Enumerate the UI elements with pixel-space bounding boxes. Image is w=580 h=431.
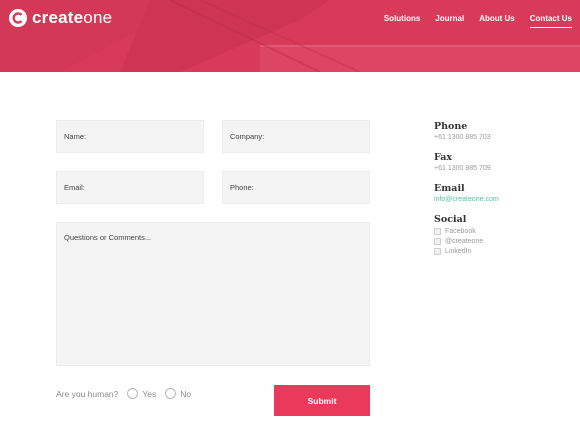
brand-name-thin: one	[83, 8, 113, 27]
twitter-icon	[434, 238, 441, 245]
phone-heading: Phone	[434, 121, 468, 132]
social-block: Social Facebook @createone LinkedIn	[434, 214, 574, 255]
fax-heading: Fax	[434, 152, 453, 163]
fax-number: +61 1300 885 709	[434, 165, 491, 172]
name-field[interactable]: Name:	[56, 120, 204, 153]
social-label: @createone	[445, 238, 484, 245]
contact-info: Phone +61 1300 885 703 Fax +61 1300 885 …	[434, 121, 574, 266]
brand-logo[interactable]: createone	[8, 8, 112, 28]
phone-number: +61 1300 885 703	[434, 134, 491, 141]
nav-contact-us[interactable]: Contact Us	[529, 14, 572, 28]
nav-journal[interactable]: Journal	[435, 14, 464, 28]
email-link[interactable]: info@createone.com	[434, 196, 574, 203]
comments-field[interactable]: Questions or Comments...	[56, 222, 370, 366]
nav-about-us[interactable]: About Us	[479, 14, 515, 28]
social-item-linkedin[interactable]: LinkedIn	[434, 248, 574, 255]
email-field[interactable]: Email:	[56, 171, 204, 204]
social-heading: Social	[434, 214, 467, 225]
facebook-icon	[434, 228, 441, 235]
yes-radio[interactable]	[127, 388, 139, 399]
yes-label[interactable]: Yes	[142, 389, 156, 399]
social-item-twitter[interactable]: @createone	[434, 238, 574, 245]
submit-button[interactable]: Submit	[274, 385, 370, 416]
brand-name: createone	[32, 8, 112, 28]
hero-banner: createone Solutions Journal About Us Con…	[0, 0, 580, 72]
human-check: Are you human? Yes No	[56, 388, 191, 399]
createone-logo-icon	[9, 9, 27, 27]
company-field[interactable]: Company:	[222, 120, 370, 153]
email-block: Email info@createone.com	[434, 183, 574, 203]
social-label: LinkedIn	[445, 248, 472, 255]
phone-field[interactable]: Phone:	[222, 171, 370, 204]
email-heading: Email	[434, 183, 465, 194]
brand-name-bold: create	[32, 8, 84, 27]
social-item-facebook[interactable]: Facebook	[434, 228, 574, 235]
linkedin-icon	[434, 248, 441, 255]
nav-solutions[interactable]: Solutions	[384, 14, 420, 28]
main-nav: Solutions Journal About Us Contact Us	[384, 14, 572, 28]
social-label: Facebook	[445, 228, 476, 235]
phone-block: Phone +61 1300 885 703	[434, 121, 574, 141]
no-label[interactable]: No	[180, 389, 191, 399]
fax-block: Fax +61 1300 885 709	[434, 152, 574, 172]
human-question-label: Are you human?	[56, 388, 119, 399]
no-radio[interactable]	[165, 388, 177, 399]
